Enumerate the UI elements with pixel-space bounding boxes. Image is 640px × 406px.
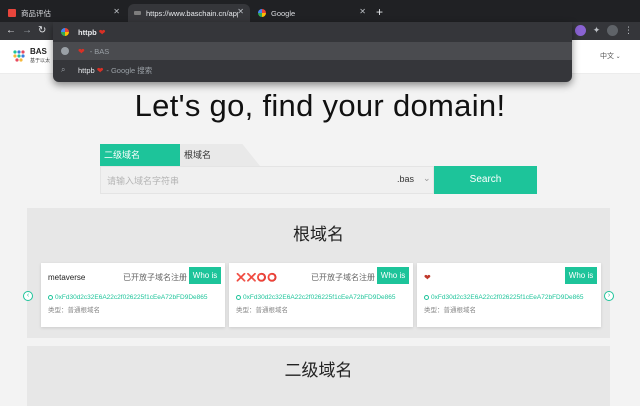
domain-name: ❌❌⭕⭕	[236, 273, 278, 282]
language-selector[interactable]: 中文	[600, 51, 621, 61]
domain-type: 类型：普通根域名	[236, 307, 288, 314]
bas-logo-icon	[13, 50, 25, 62]
back-icon[interactable]: ←	[6, 25, 16, 37]
root-domain-title: 根域名	[293, 225, 344, 244]
tab-root-domain[interactable]: 根域名	[180, 144, 260, 166]
whois-button[interactable]: Who is	[377, 267, 409, 284]
chevron-down-icon[interactable]: ⌄	[423, 173, 431, 184]
browser-tabstrip: 商品评估 ✕ https://www.baschain.cn/app/ ✕ Go…	[0, 0, 640, 22]
profile-icon[interactable]	[607, 25, 618, 36]
heart-icon: ❤	[78, 46, 85, 56]
suggestion-suffix: - BAS	[89, 46, 110, 56]
search-icon: ⌕	[61, 65, 66, 74]
owner-address: 0xFd30d2c32E6A22c2f026225f1cEeA72bFD9De8…	[48, 294, 208, 301]
prev-arrow-icon[interactable]: ‹	[23, 291, 33, 301]
tab-title: https://www.baschain.cn/app/	[146, 8, 238, 18]
domain-suffix-select[interactable]: .bas	[397, 174, 414, 184]
root-domain-panel: 根域名 ‹ › metaverse 已开放子域名注册 Who is 0xFd30…	[23, 208, 614, 338]
new-tab-button[interactable]: +	[376, 6, 383, 18]
domain-card[interactable]: ❌❌⭕⭕ 已开放子域名注册 Who is 0xFd30d2c32E6A22c2f…	[229, 263, 413, 327]
subdomain-title: 二级域名	[284, 361, 353, 380]
owner-address: 0xFd30d2c32E6A22c2f026225f1cEeA72bFD9De8…	[424, 294, 584, 301]
menu-kebab-icon[interactable]: ⋮	[623, 25, 634, 36]
google-icon	[258, 9, 266, 17]
registration-status: 已开放子域名注册	[311, 273, 375, 282]
tab-favicon-icon	[8, 9, 16, 17]
search-box: .bas ⌄	[100, 166, 434, 194]
domain-type: 类型：普通根域名	[48, 307, 100, 314]
domain-search-input[interactable]	[107, 173, 307, 189]
owner-address-text: 0xFd30d2c32E6A22c2f026225f1cEeA72bFD9De8…	[431, 294, 584, 301]
heart-icon: ❤	[96, 65, 104, 75]
address-icon	[48, 295, 53, 300]
next-arrow-icon[interactable]: ›	[604, 291, 614, 301]
tab-baschain[interactable]: https://www.baschain.cn/app/ ✕	[128, 4, 250, 22]
tab-google[interactable]: Google ✕	[252, 4, 372, 22]
extensions-puzzle-icon[interactable]: ✦	[591, 25, 602, 36]
close-tab-icon[interactable]: ✕	[359, 7, 366, 16]
logo-text: BAS	[30, 47, 47, 56]
subdomain-panel: 二级域名	[27, 346, 610, 406]
domain-card[interactable]: ❤ Who is 0xFd30d2c32E6A22c2f026225f1cEeA…	[417, 263, 601, 327]
domain-type: 类型：普通根域名	[424, 307, 476, 314]
bas-favicon-icon	[61, 47, 69, 55]
logo-subtitle: 基于以太	[30, 58, 51, 64]
whois-button[interactable]: Who is	[565, 267, 597, 284]
tab-favicon-icon	[134, 11, 141, 15]
domain-card[interactable]: metaverse 已开放子域名注册 Who is 0xFd30d2c32E6A…	[41, 263, 225, 327]
omnibox-dropdown: httpb ❤ ❤ - BAS ⌕ httpb ❤ - Google 搜索	[53, 22, 572, 82]
owner-address-text: 0xFd30d2c32E6A22c2f026225f1cEeA72bFD9De8…	[243, 294, 396, 301]
extension-avatar-icon[interactable]	[575, 25, 586, 36]
suggestion-text: httpb	[78, 27, 97, 37]
heart-icon: ❤	[98, 27, 106, 37]
suggestion-suffix: - Google 搜索	[106, 65, 153, 75]
tab-title: Google	[271, 8, 296, 18]
address-icon	[236, 295, 241, 300]
omnibox-suggestion[interactable]: ❤ - BAS	[53, 42, 572, 60]
tab-product-eval[interactable]: 商品评估 ✕	[2, 4, 126, 22]
whois-button[interactable]: Who is	[189, 267, 221, 284]
close-tab-icon[interactable]: ✕	[237, 7, 244, 16]
search-button[interactable]: Search	[434, 166, 537, 194]
forward-icon[interactable]: →	[22, 25, 32, 37]
reload-icon[interactable]: ↻	[38, 25, 46, 37]
tab-title: 商品评估	[21, 8, 51, 18]
owner-address: 0xFd30d2c32E6A22c2f026225f1cEeA72bFD9De8…	[236, 294, 396, 301]
registration-status: 已开放子域名注册	[123, 273, 187, 282]
domain-name: ❤	[424, 273, 431, 282]
suggestion-text: httpb	[78, 65, 95, 75]
omnibox-suggestion[interactable]: ⌕ httpb ❤ - Google 搜索	[53, 61, 572, 79]
google-icon	[61, 28, 69, 36]
domain-name: metaverse	[48, 273, 86, 282]
address-icon	[424, 295, 429, 300]
omnibox-suggestion[interactable]: httpb ❤	[53, 23, 572, 41]
tab-subdomain[interactable]: 二级域名	[100, 144, 180, 166]
hero-title: Let's go, find your domain!	[134, 88, 506, 123]
bas-logo[interactable]: BAS 基于以太	[12, 47, 52, 69]
owner-address-text: 0xFd30d2c32E6A22c2f026225f1cEeA72bFD9De8…	[55, 294, 208, 301]
page: BAS 基于以太 中文 Let's go, find your domain! …	[0, 40, 640, 406]
close-tab-icon[interactable]: ✕	[113, 7, 120, 16]
